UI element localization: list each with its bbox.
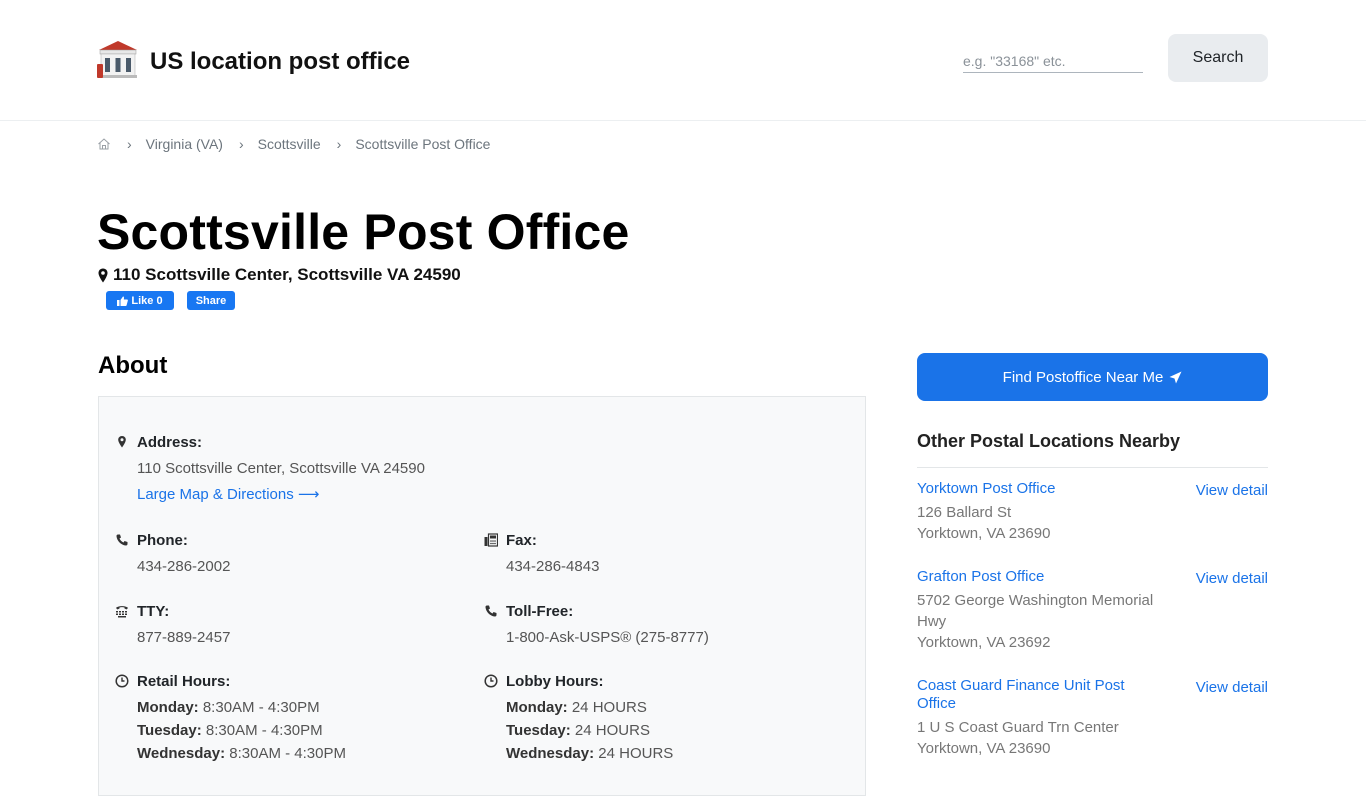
fax-label: Fax: <box>506 532 537 549</box>
view-detail-link[interactable]: View detail <box>1196 679 1268 696</box>
facebook-like-button[interactable]: Like 0 <box>106 291 174 310</box>
search-input[interactable] <box>963 50 1143 73</box>
breadcrumb-current: Scottsville Post Office <box>355 136 491 152</box>
fax-value: 434-286-4843 <box>506 558 600 575</box>
retail-hours-row: Tuesday: 8:30AM - 4:30PM <box>137 722 323 739</box>
site-header: US location post office Search <box>0 0 1366 121</box>
clock-icon <box>115 674 129 688</box>
facebook-like-label: Like 0 <box>131 294 163 307</box>
post-office-logo-icon[interactable] <box>97 40 139 80</box>
chevron-right-icon: › <box>127 136 132 152</box>
retail-hours-row: Wednesday: 8:30AM - 4:30PM <box>137 745 346 762</box>
facebook-share-button[interactable]: Share <box>187 291 235 310</box>
lobby-hours-label: Lobby Hours: <box>506 673 604 690</box>
breadcrumb: › Virginia (VA) › Scottsville › Scottsvi… <box>97 134 490 154</box>
view-detail-link[interactable]: View detail <box>1196 570 1268 587</box>
clock-icon <box>484 674 498 688</box>
tty-icon <box>116 606 128 618</box>
thumbs-up-icon <box>117 296 129 306</box>
search-button[interactable]: Search <box>1168 34 1268 82</box>
location-city: Yorktown, VA 23692 <box>917 634 1051 651</box>
tollfree-item: Toll-Free: 1-800-Ask-USPS® (275-8777) <box>485 603 709 646</box>
location-name-link[interactable]: Yorktown Post Office <box>917 480 1157 498</box>
site-title[interactable]: US location post office <box>150 48 410 76</box>
location-city: Yorktown, VA 23690 <box>917 525 1051 542</box>
page-address-text: 110 Scottsville Center, Scottsville VA 2… <box>113 265 461 284</box>
nearby-location: Coast Guard Finance Unit Post Office 1 U… <box>917 677 1268 759</box>
phone-icon <box>485 605 497 617</box>
tty-item: TTY: 877-889-2457 <box>116 603 230 646</box>
divider <box>917 467 1268 468</box>
fax-item: Fax: 434-286-4843 <box>484 532 600 575</box>
retail-hours-label: Retail Hours: <box>137 673 231 690</box>
map-pin-icon <box>118 436 126 448</box>
breadcrumb-state[interactable]: Virginia (VA) <box>146 136 223 152</box>
phone-value[interactable]: 434-286-2002 <box>137 558 230 575</box>
nearby-location: Grafton Post Office 5702 George Washingt… <box>917 568 1268 653</box>
chevron-right-icon: › <box>336 136 342 152</box>
address-value: 110 Scottsville Center, Scottsville VA 2… <box>137 460 425 477</box>
lobby-hours-row: Tuesday: 24 HOURS <box>506 722 650 739</box>
lobby-hours-row: Monday: 24 HOURS <box>506 699 647 716</box>
nearby-heading: Other Postal Locations Nearby <box>917 431 1181 451</box>
tty-label: TTY: <box>137 603 170 620</box>
phone-item: Phone: 434-286-2002 <box>116 532 230 575</box>
page-title: Scottsville Post Office <box>97 204 630 260</box>
location-street: 1 U S Coast Guard Trn Center <box>917 719 1119 736</box>
find-postoffice-button[interactable]: Find Postoffice Near Me <box>917 353 1268 401</box>
address-item: Address: 110 Scottsville Center, Scottsv… <box>118 434 425 503</box>
find-postoffice-label: Find Postoffice Near Me <box>1002 368 1164 386</box>
home-icon[interactable] <box>97 137 111 151</box>
location-city: Yorktown, VA 23690 <box>917 740 1051 757</box>
phone-icon <box>116 534 128 546</box>
lobby-hours-row: Wednesday: 24 HOURS <box>506 745 674 762</box>
paper-plane-icon <box>1169 371 1182 383</box>
retail-hours-row: Monday: 8:30AM - 4:30PM <box>137 699 320 716</box>
location-name-link[interactable]: Grafton Post Office <box>917 568 1157 586</box>
page-address: 110 Scottsville Center, Scottsville VA 2… <box>98 265 461 285</box>
location-name-link[interactable]: Coast Guard Finance Unit Post Office <box>917 677 1157 713</box>
phone-label: Phone: <box>137 532 188 549</box>
map-pin-icon <box>98 268 108 282</box>
map-directions-link[interactable]: Large Map & Directions ⟶ <box>137 485 425 503</box>
tollfree-value[interactable]: 1-800-Ask-USPS® (275-8777) <box>506 629 709 646</box>
chevron-right-icon: › <box>238 136 244 152</box>
about-heading: About <box>98 352 168 379</box>
nearby-location: Yorktown Post Office 126 Ballard St York… <box>917 480 1268 544</box>
fax-icon <box>484 533 498 547</box>
address-label: Address: <box>137 434 203 451</box>
location-street: 126 Ballard St <box>917 504 1012 521</box>
retail-hours-item: Retail Hours: Monday: 8:30AM - 4:30PM Tu… <box>115 673 346 762</box>
breadcrumb-city[interactable]: Scottsville <box>258 136 321 152</box>
tty-value[interactable]: 877-889-2457 <box>137 629 230 646</box>
location-street: 5702 George Washington Memorial Hwy <box>917 592 1154 630</box>
view-detail-link[interactable]: View detail <box>1196 482 1268 499</box>
tollfree-label: Toll-Free: <box>506 603 574 620</box>
lobby-hours-item: Lobby Hours: Monday: 24 HOURS Tuesday: 2… <box>484 673 674 762</box>
